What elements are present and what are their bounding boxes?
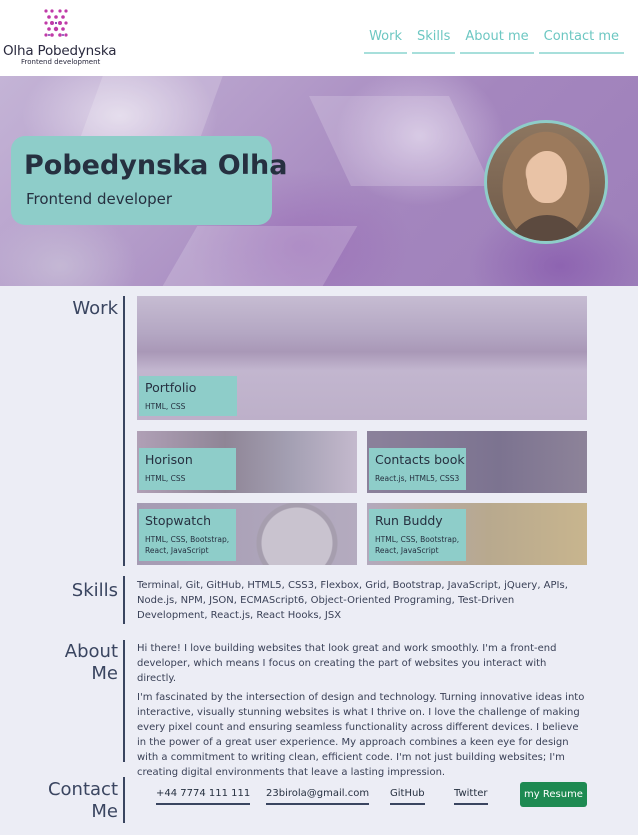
hero-name-card: Pobedynska Olha Frontend developer bbox=[11, 136, 287, 225]
about-title-line2: Me bbox=[91, 663, 118, 684]
work-section-title: Work bbox=[72, 298, 118, 319]
project-title: Portfolio bbox=[145, 380, 197, 395]
resume-button[interactable]: my Resume bbox=[520, 782, 587, 807]
contact-title-line2: Me bbox=[91, 801, 118, 822]
skills-section-title: Skills bbox=[71, 580, 118, 601]
project-tile-stopwatch[interactable]: Stopwatch HTML, CSS, Bootstrap, React, J… bbox=[137, 503, 357, 565]
project-label: Contacts book React.js, HTML5, CSS3 bbox=[369, 448, 466, 490]
nav-item-contact[interactable]: Contact me bbox=[538, 26, 624, 54]
contact-section-title: Contact Me bbox=[0, 779, 118, 823]
logo-dots-icon bbox=[44, 9, 68, 37]
project-tech: React.js, HTML5, CSS3 bbox=[375, 474, 460, 483]
project-title: Run Buddy bbox=[375, 513, 443, 528]
logo[interactable]: Olha Pobedynska Frontend development bbox=[3, 8, 116, 68]
about-paragraph: I'm fascinated by the intersection of de… bbox=[137, 692, 585, 778]
contact-title-line1: Contact bbox=[47, 779, 118, 800]
project-tech: HTML, CSS bbox=[145, 402, 186, 411]
project-tech: HTML, CSS bbox=[145, 474, 186, 483]
about-divider bbox=[123, 640, 125, 762]
main-nav: Work Skills About me Contact me bbox=[364, 26, 624, 54]
github-link[interactable]: GitHub bbox=[390, 788, 425, 805]
email-link[interactable]: 23birola@gmail.com bbox=[266, 788, 370, 805]
crystal-facet bbox=[309, 96, 491, 186]
project-title: Contacts book bbox=[375, 452, 465, 467]
project-label: Stopwatch HTML, CSS, Bootstrap, React, J… bbox=[139, 509, 236, 561]
nav-item-work[interactable]: Work bbox=[364, 26, 407, 54]
about-text: Hi there! I love building websites that … bbox=[137, 641, 587, 780]
top-bar: Olha Pobedynska Frontend development Wor… bbox=[0, 0, 638, 76]
project-label: Horison HTML, CSS bbox=[139, 448, 236, 490]
project-label: Run Buddy HTML, CSS, Bootstrap, React, J… bbox=[369, 509, 466, 561]
about-section-title: About Me bbox=[0, 641, 118, 685]
project-tile-run-buddy[interactable]: Run Buddy HTML, CSS, Bootstrap, React, J… bbox=[367, 503, 587, 565]
phone-link[interactable]: +44 7774 111 111 bbox=[156, 788, 251, 805]
hero-banner: Pobedynska Olha Frontend developer bbox=[0, 76, 638, 286]
hero-name: Pobedynska Olha bbox=[24, 150, 288, 181]
nav-item-skills[interactable]: Skills bbox=[412, 26, 456, 54]
avatar bbox=[484, 120, 608, 244]
twitter-link[interactable]: Twitter bbox=[454, 788, 488, 805]
skills-list: Terminal, Git, GitHub, HTML5, CSS3, Flex… bbox=[137, 580, 568, 621]
contact-divider bbox=[123, 777, 125, 823]
logo-subtitle: Frontend development bbox=[21, 58, 101, 66]
logo-name: Olha Pobedynska bbox=[3, 43, 117, 59]
project-tile-horison[interactable]: Horison HTML, CSS bbox=[137, 431, 357, 493]
crystal-facet bbox=[162, 226, 358, 286]
avatar-face bbox=[527, 151, 567, 203]
avatar-shirt bbox=[507, 215, 587, 241]
skills-divider bbox=[123, 576, 125, 624]
project-tile-portfolio[interactable]: Portfolio HTML, CSS bbox=[137, 296, 587, 420]
about-title-line1: About bbox=[64, 641, 118, 662]
project-tile-contacts-book[interactable]: Contacts book React.js, HTML5, CSS3 bbox=[367, 431, 587, 493]
about-paragraph: Hi there! I love building websites that … bbox=[137, 643, 557, 684]
hero-role: Frontend developer bbox=[26, 190, 173, 208]
project-title: Stopwatch bbox=[145, 513, 211, 528]
project-tech: HTML, CSS, Bootstrap, React, JavaScript bbox=[375, 535, 460, 555]
work-divider bbox=[123, 296, 125, 566]
project-tech: HTML, CSS, Bootstrap, React, JavaScript bbox=[145, 535, 230, 555]
nav-item-about[interactable]: About me bbox=[460, 26, 534, 54]
project-title: Horison bbox=[145, 452, 193, 467]
project-label: Portfolio HTML, CSS bbox=[139, 376, 237, 416]
